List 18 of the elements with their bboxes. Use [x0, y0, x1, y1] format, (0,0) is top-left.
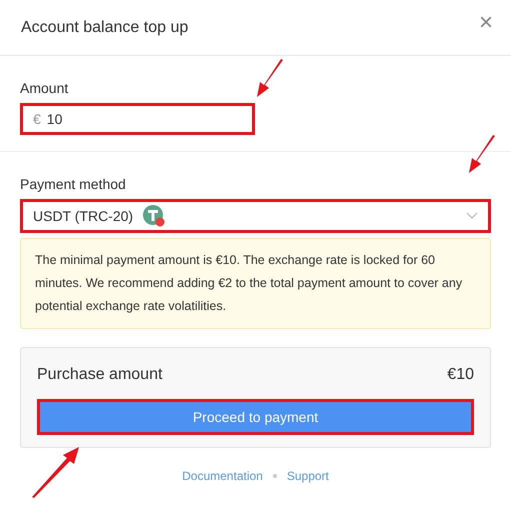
chevron-down-icon: [466, 212, 478, 220]
purchase-amount-value: €10: [447, 366, 474, 384]
separator-dot: [272, 474, 277, 478]
currency-symbol: €: [33, 111, 41, 127]
footer-link[interactable]: Support: [286, 469, 329, 483]
proceed-button[interactable]: Proceed to payment: [37, 399, 474, 435]
amount-label: Amount: [20, 80, 70, 96]
info-notice: The minimal payment amount is €10. The exchange rate is locked for 60 minutes. We recommend adding €2 to the total payment amount to cover any potential exchange rate volatilities.: [20, 238, 491, 329]
payment-method-select[interactable]: USDT (TRC-20): [20, 199, 491, 233]
amount-field[interactable]: € 10: [20, 103, 255, 135]
payment-method-value: USDT (TRC-20): [33, 208, 134, 224]
close-button[interactable]: ×: [474, 10, 497, 34]
purchase-amount-label: Purchase amount: [37, 366, 162, 384]
amount-value: 10: [46, 111, 62, 127]
footer-link[interactable]: Documentation: [182, 469, 263, 483]
dialog-title: Account balance top up: [21, 18, 188, 36]
payment-method-label: Payment method: [20, 176, 127, 192]
coin-icon: [143, 205, 166, 227]
